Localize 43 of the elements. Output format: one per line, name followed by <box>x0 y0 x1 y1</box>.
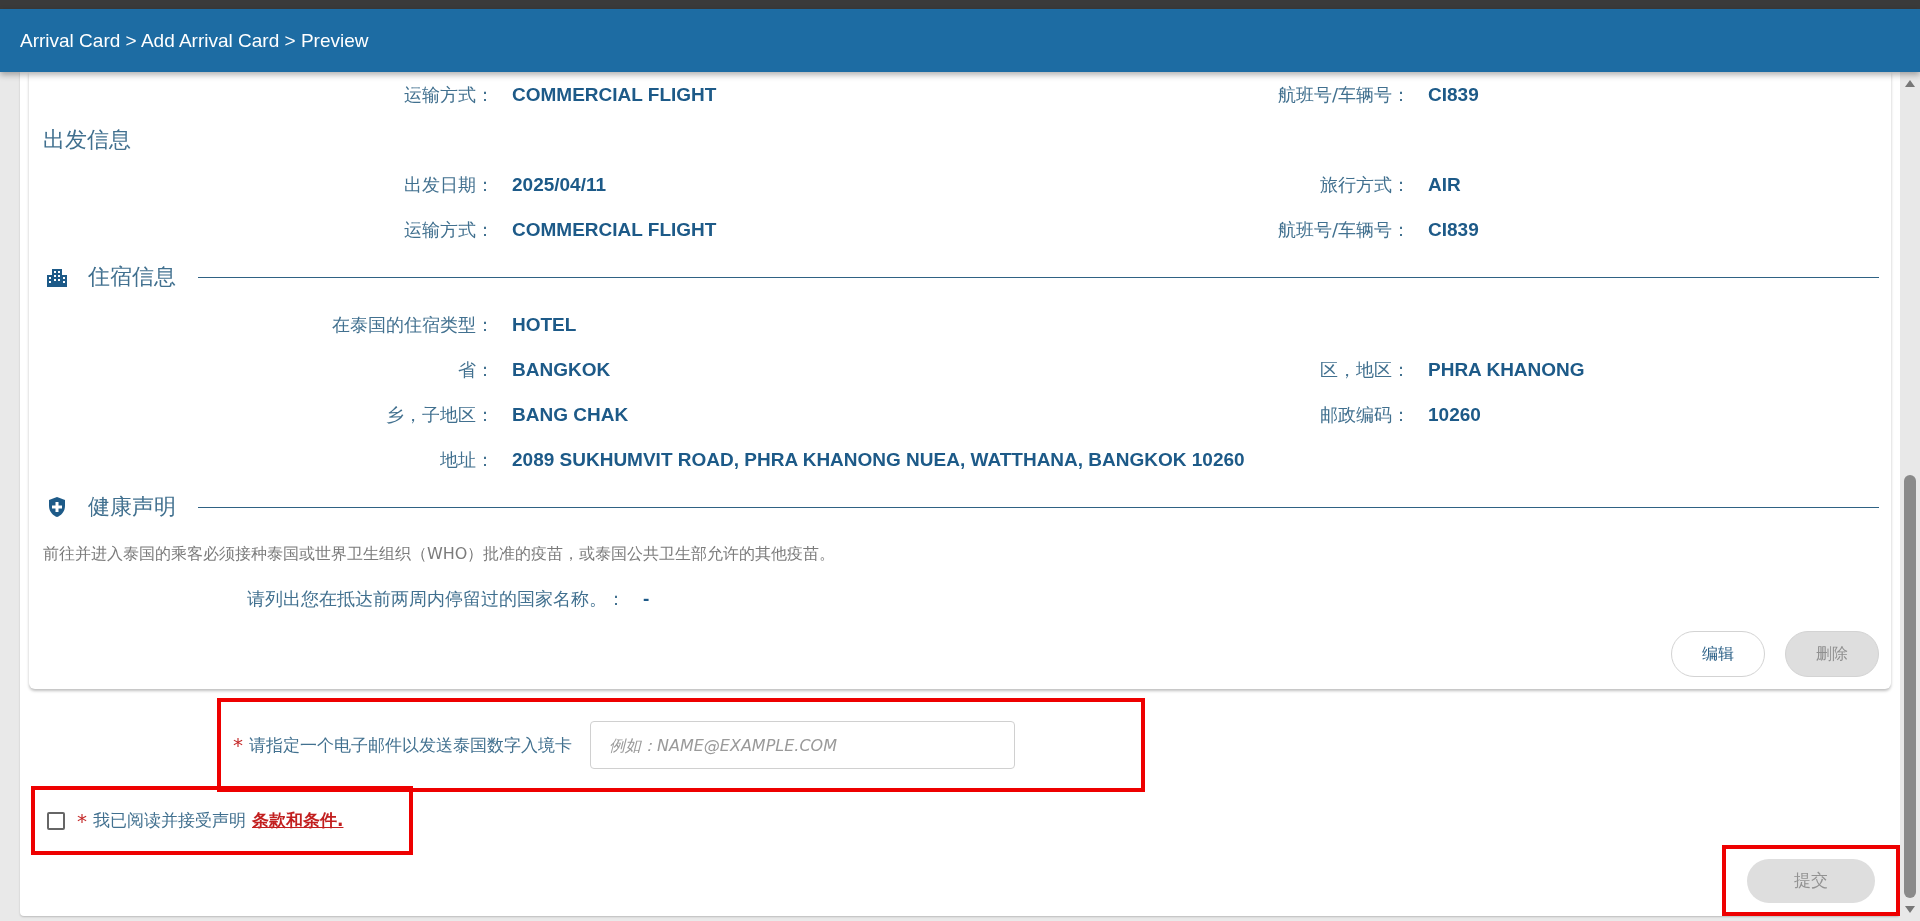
field-value: COMMERCIAL FLIGHT <box>511 218 718 241</box>
email-input[interactable]: 例如：NAME@EXAMPLE.COM <box>590 721 1015 769</box>
scroll-down-icon[interactable] <box>1905 906 1915 913</box>
edit-button[interactable]: 编辑 <box>1671 631 1765 677</box>
field-value: - <box>642 587 650 610</box>
section-title: 住宿信息 <box>88 263 176 291</box>
field-value: AIR <box>1427 173 1462 196</box>
field-value: CI839 <box>1427 83 1480 106</box>
field-label: 请列出您在抵达前两周内停留过的国家名称。： <box>246 586 625 611</box>
field-label: 地址： <box>439 447 494 472</box>
field-label: 邮政编码： <box>1319 402 1410 427</box>
consent-text: 我已阅读并接受声明 <box>93 809 246 832</box>
field-label: 运输方式： <box>403 82 494 107</box>
scroll-up-icon[interactable] <box>1905 80 1915 87</box>
field-value: CI839 <box>1427 218 1480 241</box>
field-value: 2089 SUKHUMVIT ROAD, PHRA KHANONG NUEA, WATTHANA, BANGKOK 10260 <box>511 448 1245 471</box>
field-label: 在泰国的住宿类型： <box>331 312 494 337</box>
field-value: 2025/04/11 <box>511 173 608 196</box>
building-icon <box>46 266 68 288</box>
field-label: 出发日期： <box>403 172 494 197</box>
required-mark: * <box>77 808 87 833</box>
field-label: 区，地区： <box>1319 357 1410 382</box>
consent-checkbox[interactable] <box>47 811 65 830</box>
terms-link[interactable]: 条款和条件. <box>252 809 344 832</box>
field-value: BANG CHAK <box>511 403 630 426</box>
section-title: 出发信息 <box>42 125 132 154</box>
section-title: 健康声明 <box>88 493 176 521</box>
field-value: 10260 <box>1427 403 1482 426</box>
shield-icon <box>46 496 68 518</box>
field-label: 航班号/车辆号： <box>1276 82 1410 107</box>
health-notice: 前往并进入泰国的乘客必须接种泰国或世界卫生组织（WHO）批准的疫苗，或泰国公共卫生部允许的其他疫苗。 <box>42 542 837 565</box>
required-mark: * <box>233 733 243 757</box>
field-value: HOTEL <box>511 313 577 336</box>
field-value: BANGKOK <box>511 358 612 381</box>
field-label: 运输方式： <box>403 217 494 242</box>
field-value: COMMERCIAL FLIGHT <box>511 83 718 106</box>
email-label: 请指定一个电子邮件以发送泰国数字入境卡 <box>249 733 572 757</box>
field-label: 航班号/车辆号： <box>1276 217 1410 242</box>
field-value: PHRA KHANONG <box>1427 358 1586 381</box>
field-label: 省： <box>457 357 494 382</box>
field-label: 乡，子地区： <box>385 402 494 427</box>
field-label: 旅行方式： <box>1319 172 1410 197</box>
breadcrumb: Arrival Card > Add Arrival Card > Preview <box>20 29 369 52</box>
